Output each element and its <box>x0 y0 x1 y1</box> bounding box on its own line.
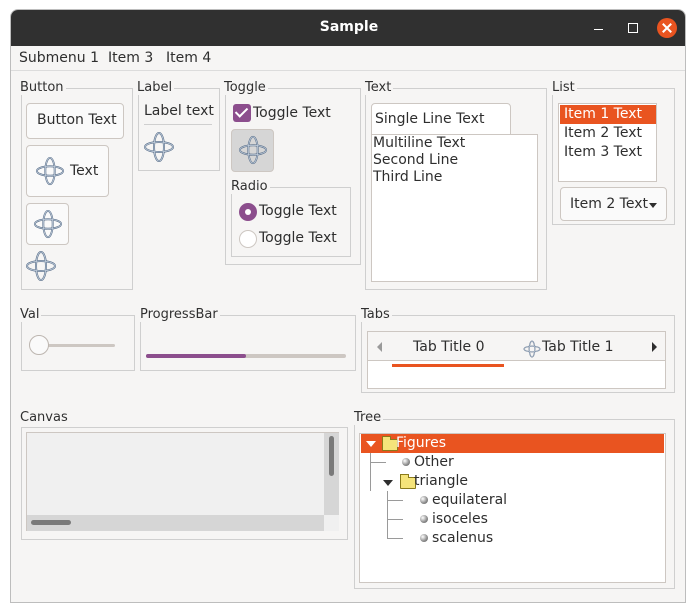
tree-group-label: Tree <box>354 410 384 425</box>
tree-node-figures[interactable]: Figures <box>396 434 446 453</box>
tab-title-0[interactable]: Tab Title 0 <box>413 339 485 355</box>
icon-text-button[interactable]: Text <box>26 145 109 197</box>
label-text: Label text <box>144 103 214 119</box>
slider-handle[interactable] <box>29 335 49 355</box>
bullet-icon <box>420 515 428 523</box>
tree-guide-line <box>387 519 403 520</box>
toggle-checkbox[interactable] <box>233 104 251 122</box>
menu-item-3[interactable]: Item 3 <box>108 50 153 66</box>
radio-option-2[interactable] <box>239 230 257 248</box>
progressbar-fill <box>146 354 246 358</box>
toggle-icon-button[interactable] <box>231 129 274 172</box>
multiline-line-1: Multiline Text <box>373 135 466 151</box>
menu-item-4[interactable]: Item 4 <box>166 50 211 66</box>
single-line-entry-value: Single Line Text <box>375 111 485 127</box>
label-group-label: Label <box>137 80 175 95</box>
canvas-group-label: Canvas <box>20 410 70 425</box>
gimbal-icon <box>35 156 65 186</box>
horizontal-scrollbar-thumb[interactable] <box>31 520 71 525</box>
maximize-button[interactable] <box>623 18 643 38</box>
gimbal-icon[interactable] <box>25 250 57 282</box>
list-item-3[interactable]: Item 3 Text <box>560 143 656 162</box>
gimbal-icon <box>143 131 175 163</box>
gimbal-icon <box>33 209 63 239</box>
list-group-label: List <box>552 80 577 95</box>
tree-view[interactable]: Figures Other triangle equilateral isoce… <box>359 433 666 583</box>
text-button-label: Button Text <box>37 112 117 128</box>
tree-guide-line <box>370 453 371 491</box>
toggle-group-label: Toggle <box>224 80 268 95</box>
label-separator <box>144 124 212 125</box>
tree-guide-line <box>387 500 403 501</box>
button-group-label: Button <box>20 80 66 95</box>
list-item-2[interactable]: Item 2 Text <box>560 124 656 143</box>
vertical-scrollbar[interactable] <box>324 433 339 515</box>
menu-bar: Submenu 1 Item 3 Item 4 <box>11 46 685 71</box>
minimize-button[interactable] <box>589 18 609 38</box>
active-tab-indicator <box>392 364 504 367</box>
listbox[interactable]: Item 1 Text Item 2 Text Item 3 Text <box>558 103 657 182</box>
progressbar-group-label: ProgressBar <box>140 307 220 322</box>
chevron-down-icon <box>649 203 657 208</box>
expander-icon[interactable] <box>366 441 376 447</box>
tab-widget: Tab Title 0 Tab Title 1 <box>367 331 666 389</box>
window-title: Sample <box>319 19 379 35</box>
bullet-icon <box>402 458 410 466</box>
multiline-line-3: Third Line <box>373 169 443 185</box>
tree-leaf-equilateral[interactable]: equilateral <box>432 491 507 510</box>
radio-option-1[interactable] <box>239 203 257 221</box>
horizontal-scrollbar[interactable] <box>27 515 324 531</box>
list-item-1[interactable]: Item 1 Text <box>560 105 656 124</box>
close-button[interactable] <box>657 18 677 38</box>
multiline-textarea[interactable]: Multiline Text Second Line Third Line <box>371 134 538 282</box>
tree-guide-line <box>387 491 388 539</box>
tab-title-1[interactable]: Tab Title 1 <box>542 339 614 355</box>
radio-option-1-label: Toggle Text <box>259 203 337 219</box>
bullet-icon <box>420 496 428 504</box>
icon-button[interactable] <box>26 203 69 245</box>
radio-option-2-label: Toggle Text <box>259 230 337 246</box>
toggle-checkbox-label: Toggle Text <box>253 105 331 121</box>
gimbal-icon <box>238 135 268 165</box>
text-group-label: Text <box>365 80 394 95</box>
chevron-right-icon[interactable] <box>652 342 657 352</box>
title-bar[interactable]: Sample <box>11 10 685 46</box>
single-line-entry[interactable]: Single Line Text <box>371 103 511 135</box>
tree-leaf-scalenus[interactable]: scalenus <box>432 529 493 548</box>
text-button[interactable]: Button Text <box>26 103 124 139</box>
menu-submenu-1[interactable]: Submenu 1 <box>19 50 99 66</box>
tree-guide-line <box>387 538 403 539</box>
icon-text-button-label: Text <box>70 163 99 179</box>
canvas-area[interactable] <box>26 432 339 531</box>
tree-leaf-isoceles[interactable]: isoceles <box>432 510 488 529</box>
progressbar-group <box>140 315 356 371</box>
scrollbar-corner <box>324 515 339 531</box>
list-dropdown[interactable]: Item 2 Text <box>560 187 667 221</box>
tabs-group-label: Tabs <box>361 307 392 322</box>
gimbal-icon <box>523 340 541 358</box>
tree-node-other[interactable]: Other <box>414 453 454 472</box>
tree-guide-line <box>370 462 386 463</box>
radio-group-label: Radio <box>231 179 270 194</box>
list-dropdown-value: Item 2 Text <box>570 196 648 212</box>
multiline-line-2: Second Line <box>373 152 459 168</box>
app-window: Sample Submenu 1 Item 3 Item 4 Button Bu… <box>10 9 686 603</box>
val-group-label: Val <box>20 307 42 322</box>
chevron-left-icon[interactable] <box>377 342 382 352</box>
expander-icon[interactable] <box>383 480 393 486</box>
vertical-scrollbar-thumb[interactable] <box>329 436 334 476</box>
bullet-icon <box>420 534 428 542</box>
tree-node-triangle[interactable]: triangle <box>414 472 468 491</box>
